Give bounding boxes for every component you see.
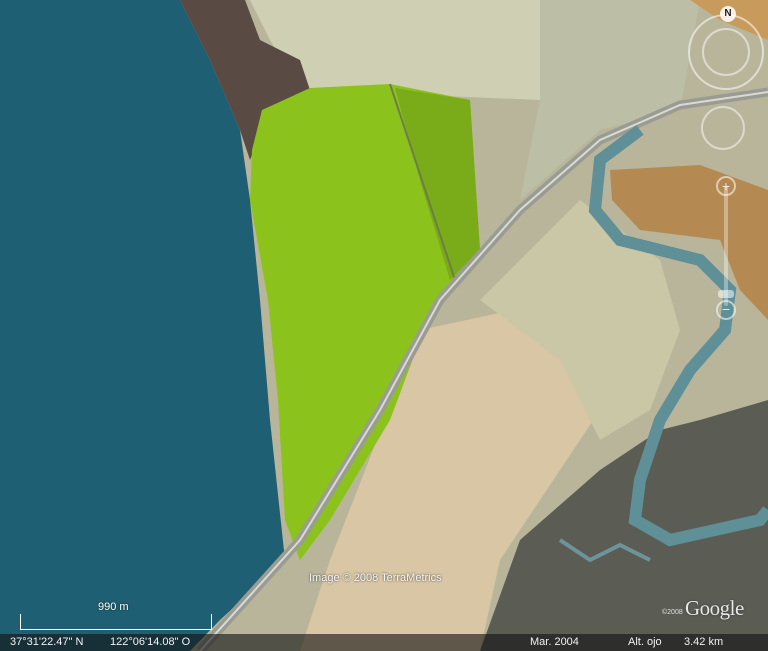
- satellite-map[interactable]: [0, 0, 768, 651]
- google-logo: Google: [685, 596, 744, 620]
- scale-tick-left: [20, 614, 21, 630]
- scale-tick-right: [211, 614, 212, 630]
- imagery-date: Mar. 2004: [530, 636, 579, 648]
- scale-bar: [20, 612, 212, 630]
- scale-line: [20, 629, 212, 630]
- eye-altitude-label: Alt. ojo: [628, 636, 662, 648]
- zoom-slider[interactable]: [724, 186, 728, 306]
- map-viewport[interactable]: N + − Image © 2008 TerraMetrics ©2008 Go…: [0, 0, 768, 651]
- latitude-readout: 37°31'22.47" N: [10, 636, 84, 648]
- status-bar: 37°31'22.47" N 122°06'14.08" O Mar. 2004…: [0, 634, 768, 651]
- longitude-readout: 122°06'14.08" O: [110, 636, 191, 648]
- eye-altitude-value: 3.42 km: [684, 636, 724, 648]
- logo-copyright-small: ©2008: [662, 609, 683, 616]
- north-button[interactable]: N: [720, 6, 736, 22]
- zoom-out-button[interactable]: −: [716, 300, 736, 320]
- imagery-copyright: Image © 2008 TerraMetrics: [309, 572, 442, 584]
- zoom-slider-thumb[interactable]: [718, 290, 734, 298]
- look-joystick[interactable]: [701, 106, 745, 150]
- rotate-joystick[interactable]: [702, 28, 750, 76]
